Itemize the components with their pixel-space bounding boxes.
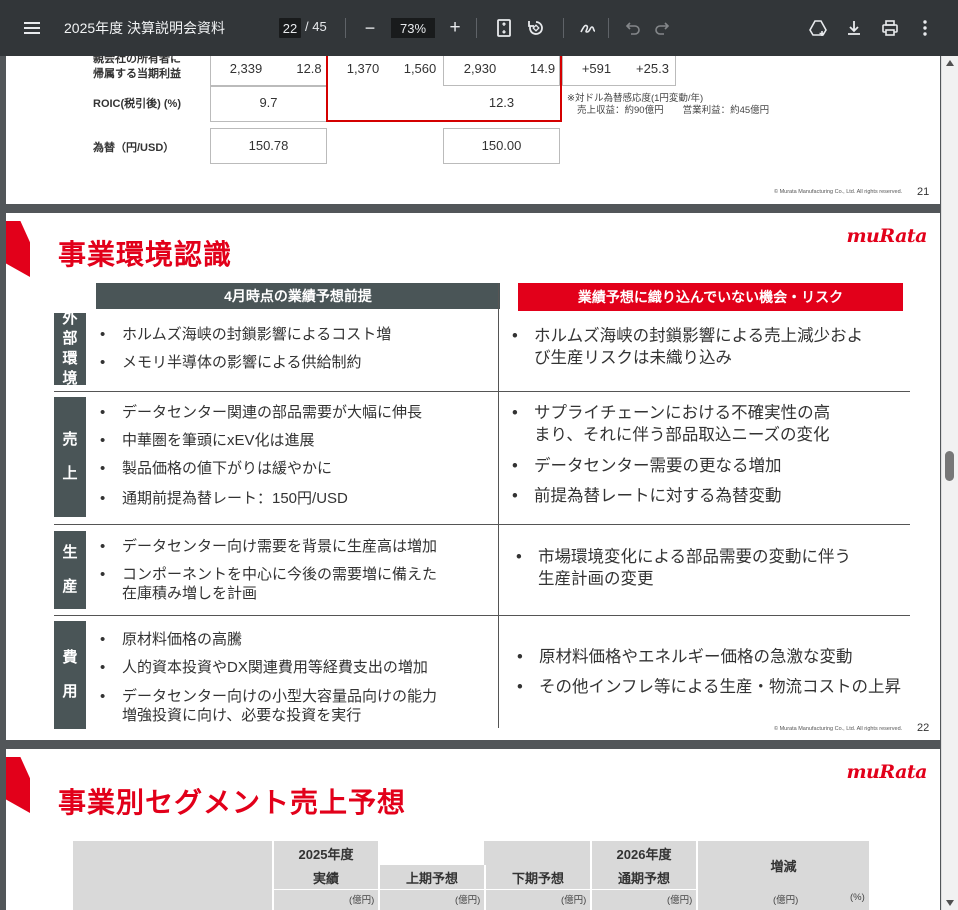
menu-icon[interactable]	[16, 16, 48, 40]
title-accent	[6, 221, 30, 277]
list-item: コンポーネントを中心に今後の需要増に備えた 在庫積み増しを計画	[100, 565, 437, 603]
table-value: +591	[581, 60, 612, 76]
table-divider	[274, 889, 696, 890]
row-divider	[54, 524, 910, 525]
row-divider	[54, 615, 910, 616]
page-title: 事業環境認識	[58, 238, 233, 271]
unit-label: (億円)	[561, 895, 587, 906]
undo-icon[interactable]	[621, 17, 643, 39]
murata-logo: muRata	[846, 761, 927, 783]
scroll-up-arrow-icon[interactable]	[946, 60, 954, 66]
col-2026-header: 2026年度	[616, 846, 672, 862]
list-item: ホルムズ海峡の封鎖影響による売上減少およ び生産リスクは未織り込み	[512, 325, 863, 369]
table-value: 9.7	[259, 94, 278, 110]
list-item: 中華圏を筆頭にxEV化は進展	[100, 431, 314, 450]
pdf-page-22: 事業環境認識 muRata 4月時点の業績予想前提 業績予想に織り込んでいない機…	[6, 213, 940, 740]
page-number: 22	[917, 722, 930, 734]
row-label-net-income: 親会社の所有者に 帰属する当期利益	[93, 56, 181, 80]
page-number-input[interactable]: 22	[279, 18, 301, 38]
highlight-box	[326, 56, 562, 122]
list-item: データセンター向けの小型大容量品向けの能力 増強投資に向け、必要な投資を実行	[100, 687, 437, 725]
download-icon[interactable]	[843, 17, 865, 39]
document-title: 2025年度 決算説明会資料	[64, 20, 226, 36]
table-value: 2,339	[229, 60, 263, 76]
redo-icon[interactable]	[652, 17, 674, 39]
list-item: 市場環境変化による部品需要の変動に伴う 生産計画の変更	[516, 546, 851, 590]
page-total: / 45	[305, 19, 327, 34]
toolbar-divider	[563, 18, 564, 38]
zoom-level-input[interactable]: 73%	[391, 18, 435, 38]
col-h2-header: 下期予想	[511, 870, 564, 886]
list-item: 前提為替レートに対する為替変動	[512, 485, 781, 507]
zoom-out-button[interactable]: −	[360, 18, 380, 38]
column-divider	[498, 283, 499, 728]
annotate-icon[interactable]	[577, 17, 599, 39]
row-divider	[54, 391, 910, 392]
scroll-down-arrow-icon[interactable]	[946, 900, 954, 906]
unit-label: (億円)	[349, 895, 375, 906]
list-item: サプライチェーンにおける不確実性の高 まり、それに伴う部品取込ニーズの変化	[512, 402, 830, 446]
list-item: データセンター向け需要を背景に生産高は増加	[100, 537, 437, 556]
table-divider	[378, 841, 484, 865]
pdf-toolbar: 2025年度 決算説明会資料 22 / 45 − 73% +	[0, 0, 958, 56]
copyright-footer: © Murata Manufacturing Co., Ltd. All rig…	[774, 189, 903, 195]
col-2025-sub: 実績	[312, 870, 339, 886]
row-label-sales: 売上	[54, 397, 86, 517]
row-label-costs: 費用	[54, 621, 86, 729]
list-item: メモリ半導体の影響による供給制約	[100, 353, 362, 372]
murata-logo: muRata	[846, 225, 927, 247]
row-label-external: 外部環境	[54, 310, 86, 387]
col-full-header: 通期予想	[617, 870, 670, 886]
list-item: その他インフレ等による生産・物流コストの上昇	[517, 676, 901, 698]
page-title: 事業別セグメント売上予想	[58, 786, 407, 819]
header-risks: 業績予想に織り込んでいない機会・リスク	[518, 283, 903, 311]
list-item: データセンター関連の部品需要が大幅に伸長	[100, 403, 422, 422]
list-item: データセンター需要の更なる増加	[512, 455, 781, 477]
toolbar-divider	[476, 18, 477, 38]
toolbar-divider	[345, 18, 346, 38]
row-label-fx: 為替（円/USD）	[93, 142, 175, 154]
list-item: 人的資本投資やDX関連費用等経費支出の増加	[100, 658, 428, 677]
copyright-footer: © Murata Manufacturing Co., Ltd. All rig…	[774, 726, 903, 732]
page-number: 21	[917, 186, 930, 198]
table-value: 12.8	[296, 60, 322, 76]
list-item: 原材料価格やエネルギー価格の急激な変動	[517, 646, 852, 668]
fit-page-icon[interactable]	[493, 17, 515, 39]
list-item: ホルムズ海峡の封鎖影響によるコスト増	[100, 325, 391, 344]
unit-label: (億円)	[773, 895, 799, 906]
vertical-scrollbar[interactable]	[941, 56, 958, 910]
header-assumptions: 4月時点の業績予想前提	[96, 283, 500, 309]
list-item: 製品価格の値下がりは緩やかに	[100, 459, 332, 478]
row-label-roic: ROIC(税引後) (%)	[93, 98, 181, 110]
unit-label: (%)	[850, 892, 865, 903]
scrollbar-thumb[interactable]	[945, 451, 954, 481]
unit-label: (億円)	[455, 895, 481, 906]
fx-sensitivity-note: ※対ドル為替感応度(1円変動/年) 売上収益：約90億円 営業利益：約45億円	[567, 93, 770, 116]
more-options-icon[interactable]	[914, 17, 936, 39]
table-value: 150.78	[248, 137, 289, 153]
table-value: +25.3	[636, 60, 669, 76]
col-h1-header: 上期予想	[405, 870, 458, 886]
col-change-header: 増減	[770, 858, 797, 874]
pdf-page-21: 親会社の所有者に 帰属する当期利益 2,339 12.8 1,370 1,560…	[6, 56, 940, 204]
row-label-production: 生産	[54, 531, 86, 609]
rotate-icon[interactable]	[525, 17, 547, 39]
drive-save-icon[interactable]	[807, 17, 829, 39]
title-accent	[6, 757, 30, 813]
zoom-in-button[interactable]: +	[444, 17, 466, 39]
col-2025-header: 2025年度	[298, 846, 354, 862]
table-value: 150.00	[481, 137, 522, 153]
print-icon[interactable]	[879, 17, 901, 39]
list-item: 原材料価格の高騰	[100, 630, 242, 649]
toolbar-divider	[608, 18, 609, 38]
pdf-page-23: 事業別セグメント売上予想 muRata 2025年度 実績 2026年度 上期予…	[6, 749, 940, 910]
pdf-viewer[interactable]: 親会社の所有者に 帰属する当期利益 2,339 12.8 1,370 1,560…	[0, 56, 958, 910]
list-item: 通期前提為替レート：150円/USD	[100, 489, 348, 508]
unit-label: (億円)	[667, 895, 693, 906]
